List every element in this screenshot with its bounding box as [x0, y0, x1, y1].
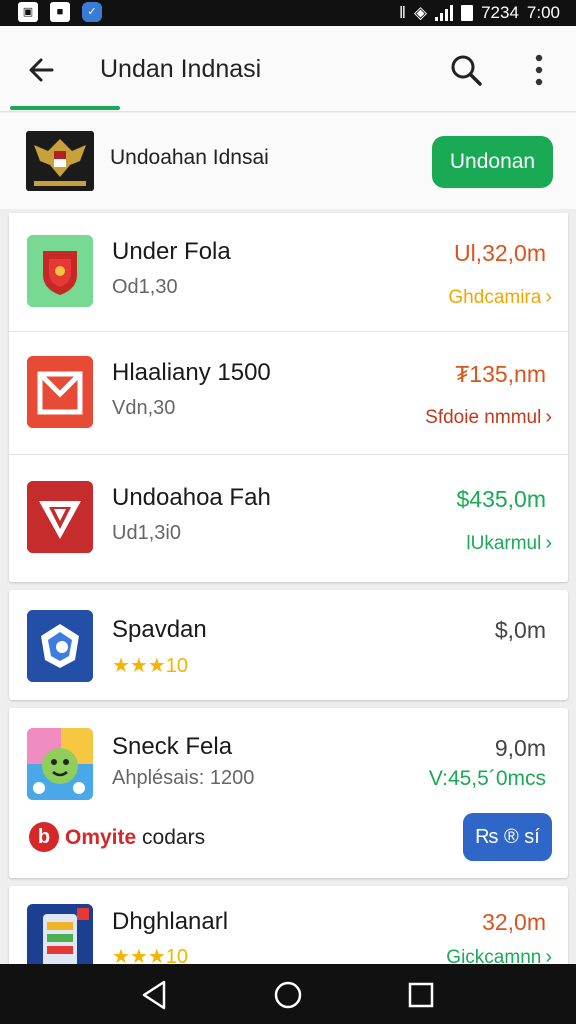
- app-price: 32,0m: [482, 909, 546, 935]
- app-link[interactable]: Ghdcamira ›: [448, 286, 552, 309]
- page-title: Undan Indnasi: [100, 55, 262, 83]
- app-name: Dhghlanarl: [112, 908, 229, 935]
- app-sub: Ahplésais: 1200: [112, 767, 255, 789]
- signal-icon: [435, 5, 454, 21]
- app-sub: Od1,30: [112, 276, 178, 298]
- list-item[interactable]: Hlaaliany 1500 Vdn,30 ₮135,nm Sfdoie nmm…: [9, 332, 568, 454]
- app-downloads: V:45,5´0mcs: [428, 767, 546, 790]
- more-vert-icon[interactable]: [524, 50, 554, 90]
- shield-app-icon: ✓: [82, 2, 102, 22]
- status-bar: ▣ ■ ✓ ‖ ◈ 7234 7:00: [0, 0, 576, 26]
- status-right: ‖ ◈ 7234 7:00: [399, 3, 560, 23]
- app-list-card: Under Fola Od1,30 Ul,32,0m Ghdcamira › Hl…: [9, 213, 568, 582]
- app-name: Hlaaliany 1500: [112, 359, 271, 386]
- app-price: ₮135,nm: [455, 361, 546, 387]
- app-card[interactable]: Sneck Fela Ahplésais: 1200 9,0m V:45,5´0…: [9, 708, 568, 878]
- app-name: Under Fola: [112, 238, 231, 265]
- list-item[interactable]: Under Fola Od1,30 Ul,32,0m Ghdcamira ›: [9, 213, 568, 331]
- app-link[interactable]: lUkarmul ›: [466, 532, 552, 555]
- app-price: $,0m: [494, 617, 546, 643]
- nav-recents-icon[interactable]: [404, 978, 438, 1012]
- status-left-icons: ▣ ■ ✓: [18, 2, 102, 22]
- arrow-left-icon[interactable]: [22, 50, 62, 90]
- rating-value: 10: [165, 655, 189, 677]
- camera-lens-icon: [27, 610, 93, 682]
- wifi-icon: ◈: [414, 3, 428, 22]
- app-link-label: Ghdcamira: [448, 287, 542, 308]
- mail-icon: [27, 356, 93, 428]
- vibrate-icon: ‖: [398, 3, 406, 22]
- image-icon: ▣: [18, 2, 38, 22]
- chevron-right-icon: ›: [545, 406, 552, 428]
- search-icon[interactable]: [446, 50, 486, 90]
- promo-logo-icon: b: [29, 822, 59, 852]
- promo-brand: Omyite: [65, 826, 137, 849]
- chevron-right-icon: ›: [545, 532, 552, 554]
- app-bar: Undan Indnasi: [0, 26, 576, 112]
- app-link[interactable]: Sfdoie nmmul ›: [425, 406, 552, 429]
- emblem-icon: [26, 131, 94, 191]
- app-sub: Vdn,30: [112, 397, 176, 419]
- app-name: Sneck Fela: [112, 733, 233, 760]
- status-time: 7:00: [526, 3, 560, 22]
- list-item[interactable]: Undoahoa Fah Ud1,3i0 $435,0m lUkarmul ›: [9, 455, 568, 581]
- system-nav-bar: [0, 964, 576, 1024]
- vpn-shield-icon: [27, 481, 93, 553]
- app-price: 9,0m: [494, 735, 546, 761]
- app-name: Undoahoa Fah: [112, 484, 271, 511]
- shield-badge-icon: [27, 235, 93, 307]
- promo-text: Omyite codars: [65, 826, 205, 850]
- star-rating-icon: ★★★: [112, 655, 166, 677]
- app-card[interactable]: Spavdan ★★★10 $,0m: [9, 590, 568, 700]
- promo-label: codars: [142, 826, 206, 849]
- gallery-icon: ■: [50, 2, 70, 22]
- battery-icon: [461, 5, 474, 21]
- app-card[interactable]: Dhghlanarl ★★★10 32,0m Gickcamnn ›: [9, 886, 568, 976]
- app-price: $435,0m: [456, 486, 546, 512]
- app-rating: ★★★10: [112, 653, 188, 678]
- game-character-icon: [27, 728, 93, 800]
- nav-home-icon[interactable]: [271, 978, 305, 1012]
- featured-header: Undoahan Idnsai Undonan: [0, 113, 576, 209]
- featured-name: Undoahan Idnsai: [110, 146, 269, 169]
- app-price: Ul,32,0m: [453, 240, 546, 266]
- tab-indicator: [10, 106, 120, 110]
- download-button[interactable]: Undonan: [432, 136, 553, 188]
- app-link-label: Sfdoie nmmul: [425, 407, 542, 428]
- app-link-label: lUkarmul: [466, 533, 542, 554]
- status-clock-prefix: 7234: [481, 3, 519, 22]
- app-name: Spavdan: [112, 616, 207, 643]
- promo-button[interactable]: ₨ ® sí: [463, 813, 552, 861]
- app-sub: Ud1,3i0: [112, 522, 181, 544]
- nav-back-icon[interactable]: [138, 978, 172, 1012]
- chevron-right-icon: ›: [545, 286, 552, 308]
